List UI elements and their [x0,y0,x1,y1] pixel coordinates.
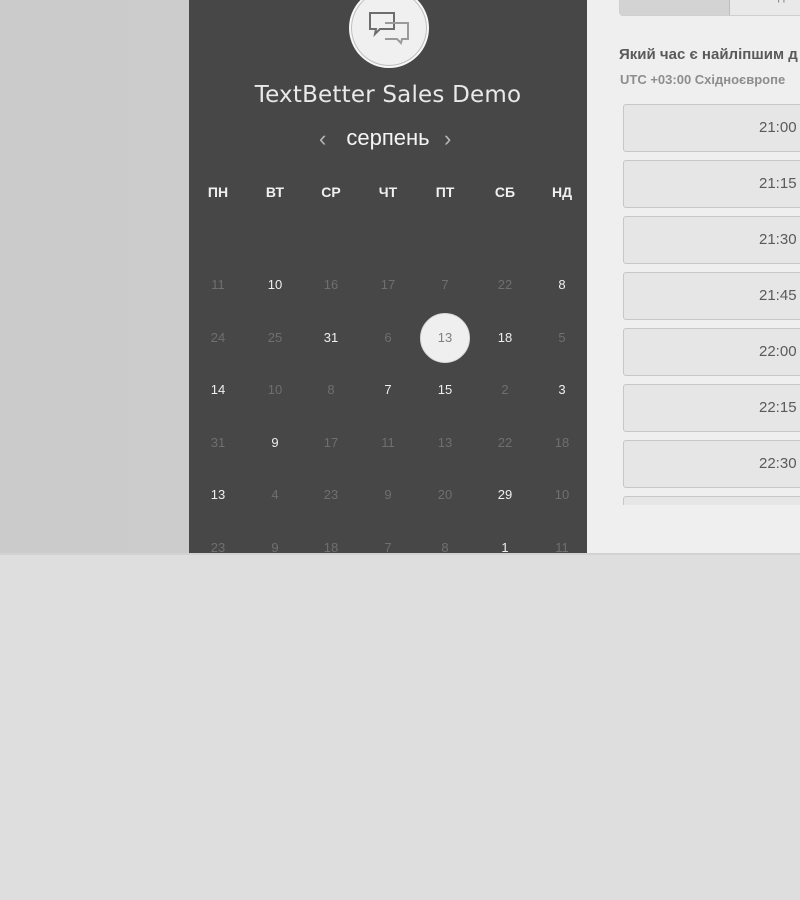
tab-1-hour[interactable]: 1 годи [730,0,800,15]
weekday-label: ПН [207,184,229,200]
weekday-label: ПТ [435,184,455,200]
calendar-day: 6 [384,329,392,345]
weekday-label: ВТ [265,184,285,200]
calendar-day[interactable]: 18 [480,313,530,363]
weekday-label: СР [321,184,341,200]
time-slot-label: 21:00 [759,119,797,136]
timezone-label[interactable]: UTC +03:00 Східноєвропе [620,72,800,87]
calendar-day[interactable]: 10 [250,260,300,310]
calendar-day: 24 [210,329,226,345]
calendar-day: 9 [384,487,392,502]
calendar-day: 10 [267,382,283,397]
calendar-day: 17 [323,434,339,450]
calendar-day: 7 [441,277,449,292]
calendar-day: 23 [323,487,339,502]
calendar-grid: 11 10 16 17 7 22 8 24 25 31 6 13 18 5 14 10 8 7 15 2 3 31 9 17 1… [189,260,587,560]
calendar-day[interactable]: 7 [363,365,413,415]
calendar-day: 11 [555,539,569,555]
time-slot-label: 22:30 [759,455,797,472]
calendar-day: 11 [211,277,225,292]
calendar-day: 25 [267,329,283,345]
event-title: TextBetter Sales Demo [254,82,522,108]
calendar-day: 22 [497,434,513,450]
calendar-day: 10 [554,487,570,502]
calendar-day: 5 [558,329,566,345]
time-slot-button[interactable]: 21:15 [623,160,800,208]
time-slot-button[interactable] [623,496,800,505]
calendar-day: 20 [437,487,453,502]
time-slot-label: 21:30 [759,231,797,248]
calendar-day[interactable]: 3 [537,365,587,415]
calendar-day: 8 [327,382,335,397]
question-text: Який час є найліпшим д [619,46,798,63]
calendar-day: 11 [381,434,395,450]
chat-bubbles-icon [369,12,409,45]
calendar-day: 22 [497,277,513,292]
calendar-day[interactable]: 29 [480,470,530,520]
time-slot-button[interactable]: 22:00 [623,328,800,376]
weekday-label: НД [551,184,573,200]
time-slot-list: 21:00 21:15 21:30 21:45 22:00 22:15 22:30 [623,104,800,505]
calendar-day: 17 [380,277,396,292]
divider [0,553,800,555]
calendar-day: 13 [437,434,453,450]
tab-40-min[interactable]: 40 хвилин [620,0,730,15]
weekday-label: СБ [494,184,516,200]
time-slot-label: 22:00 [759,343,797,360]
calendar-day: 31 [210,434,226,450]
calendar-day[interactable]: 15 [420,365,470,415]
month-navigation: ‹ серпень › [189,125,587,155]
time-slot-button[interactable]: 21:00 [623,104,800,152]
time-slot-label: 22:15 [759,399,797,416]
time-slot-label: 21:45 [759,287,797,304]
calendar-day: 9 [271,539,279,555]
selected-day[interactable]: 13 [420,312,470,363]
calendar-day: 18 [323,539,339,555]
time-slot-label: 21:15 [759,175,797,192]
time-slot-button[interactable]: 22:30 [623,440,800,488]
time-slot-button[interactable]: 22:15 [623,384,800,432]
calendar-day: 16 [323,277,339,292]
calendar-day[interactable]: 13 [193,470,243,520]
time-slot-button[interactable]: 21:45 [623,272,800,320]
calendar-day: 2 [501,382,509,397]
calendar-day: 23 [210,539,226,555]
calendar-day[interactable]: 1 [480,523,530,573]
weekday-label: ЧТ [378,184,398,200]
chevron-right-icon[interactable]: › [444,126,451,152]
calendar-day: 7 [384,539,392,555]
duration-tabs: 40 хвилин 1 годи [619,0,800,16]
calendar-day[interactable]: 9 [250,418,300,468]
time-slot-button[interactable]: 21:30 [623,216,800,264]
calendar-day: 8 [441,539,449,555]
calendar-day[interactable]: 14 [193,365,243,415]
calendar-day[interactable]: 8 [537,260,587,310]
calendar-day: 4 [271,487,279,502]
month-label: серпень [346,125,430,150]
calendar-day[interactable]: 31 [306,313,356,363]
calendar-day: 18 [554,434,570,450]
